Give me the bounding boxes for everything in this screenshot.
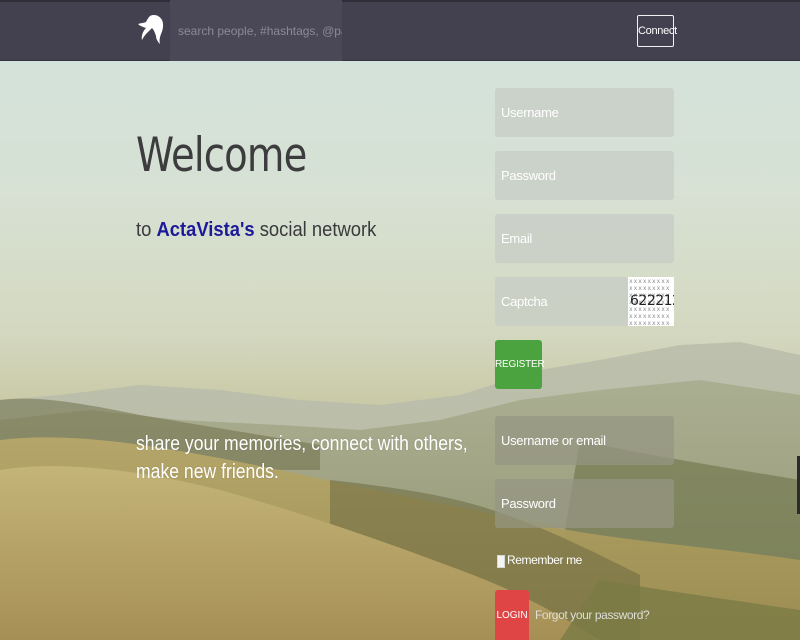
captcha-code: 622212: [630, 293, 674, 309]
remember-me-checkbox[interactable]: [497, 555, 505, 568]
dolphin-logo-icon[interactable]: [136, 12, 166, 48]
captcha-image: xxxxxxxxxxxxxxxxxxxxxxxxxxxxxxxxxxxxxxxx…: [628, 277, 674, 326]
remember-me-label: Remember me: [507, 553, 582, 567]
welcome-heading: Welcome: [136, 128, 307, 183]
subheading-prefix: to: [136, 219, 157, 241]
login-username-field[interactable]: [495, 416, 674, 465]
register-password-field[interactable]: [495, 151, 674, 200]
top-navigation-bar: Connect: [0, 0, 800, 61]
connect-button[interactable]: Connect: [637, 15, 677, 47]
captcha-field[interactable]: [495, 277, 628, 326]
tagline-line-2: make new friends.: [136, 461, 279, 483]
tagline: share your memories, connect with others…: [136, 430, 468, 486]
tagline-line-1: share your memories, connect with others…: [136, 433, 468, 455]
search-input[interactable]: [170, 0, 342, 61]
login-password-field[interactable]: [495, 479, 674, 528]
remember-me[interactable]: Remember me: [497, 552, 582, 568]
welcome-subheading: to ActaVista's social network: [136, 219, 376, 242]
register-email-field[interactable]: [495, 214, 674, 263]
subheading-suffix: social network: [254, 219, 377, 241]
landscape-illustration: [0, 342, 800, 640]
topbar-top-edge: [0, 0, 800, 2]
forgot-password-link[interactable]: Forgot your password?: [535, 608, 650, 622]
register-button[interactable]: REGISTER: [495, 340, 545, 389]
background-landscape: [0, 0, 800, 640]
login-button[interactable]: LOGIN: [495, 590, 529, 640]
register-username-field[interactable]: [495, 88, 674, 137]
brand-name: ActaVista's: [156, 219, 255, 241]
